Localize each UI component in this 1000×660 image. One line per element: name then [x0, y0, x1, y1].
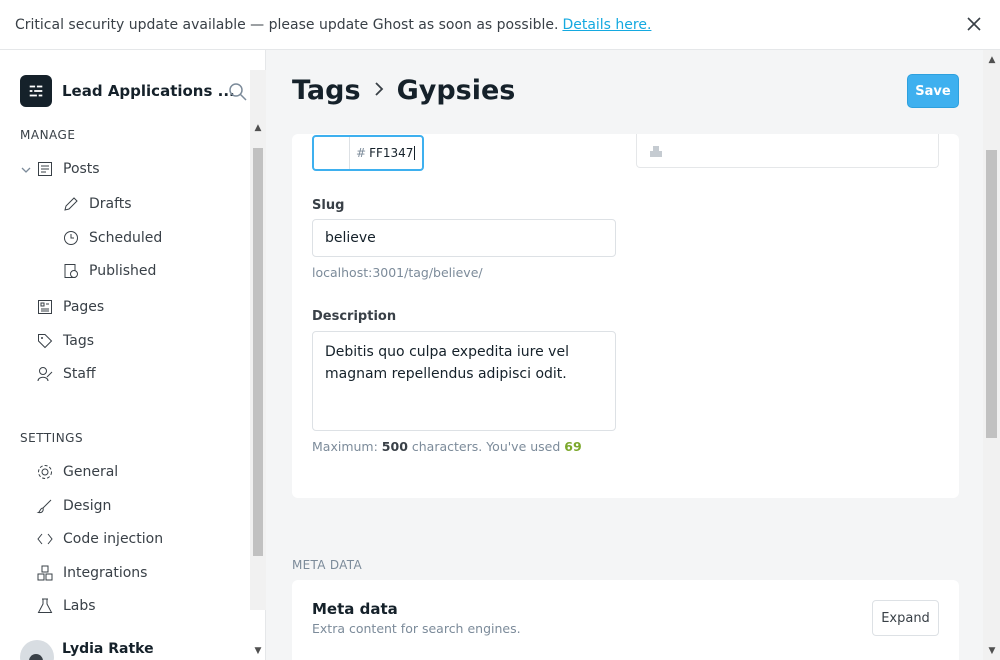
max-label: Maximum: — [312, 439, 378, 454]
sidebar-item-label: Posts — [63, 161, 100, 177]
manage-section-title: MANAGE — [20, 128, 76, 142]
meta-data-card: Meta data Extra content for search engin… — [292, 580, 959, 660]
color-field[interactable]: # FF1347 — [312, 135, 424, 171]
tag-icon — [36, 332, 54, 350]
sidebar-item-drafts[interactable]: Drafts — [62, 193, 132, 215]
meta-card-subtitle: Extra content for search engines. — [312, 621, 521, 636]
upload-icon — [649, 143, 663, 157]
sidebar-item-label: Labs — [63, 598, 96, 614]
sidebar-item-published[interactable]: Published — [62, 260, 156, 282]
sidebar-item-label: Drafts — [89, 196, 132, 212]
sidebar-item-posts[interactable]: Posts — [36, 158, 100, 180]
sidebar-item-general[interactable]: General — [36, 461, 118, 483]
posts-icon — [36, 160, 54, 178]
meta-card-title: Meta data — [312, 600, 398, 618]
code-icon — [36, 530, 54, 548]
sidebar-item-label: Design — [63, 498, 112, 514]
color-swatch[interactable] — [314, 137, 350, 169]
user-name: Lydia Ratke — [62, 641, 154, 657]
sidebar-item-labs[interactable]: Labs — [36, 595, 96, 617]
max-mid: characters. You've used — [411, 439, 561, 454]
gear-icon — [36, 463, 54, 481]
search-icon[interactable] — [228, 82, 248, 102]
sidebar-item-label: Scheduled — [89, 230, 163, 246]
description-char-count: Maximum: 500 characters. You've used 69 — [312, 439, 582, 454]
main-content: Tags Gypsies Save # FF1347 Slug believe … — [266, 50, 1000, 660]
max-value: 500 — [381, 439, 408, 454]
site-header[interactable]: Lead Applications ... — [20, 75, 250, 107]
meta-section-title: META DATA — [292, 558, 362, 572]
staff-icon — [36, 365, 54, 383]
sidebar-item-staff[interactable]: Staff — [36, 363, 96, 385]
banner-details-link[interactable]: Details here. — [562, 17, 651, 33]
slug-label: Slug — [312, 198, 345, 213]
sidebar-item-design[interactable]: Design — [36, 495, 111, 517]
slug-url: localhost:3001/tag/believe/ — [312, 265, 483, 280]
sidebar-item-tags[interactable]: Tags — [36, 330, 94, 352]
sidebar-item-integrations[interactable]: Integrations — [36, 562, 147, 584]
main-scroll-down-arrow-icon[interactable]: ▼ — [984, 643, 1000, 659]
integrations-icon — [36, 564, 54, 582]
sidebar-item-label: Published — [89, 263, 157, 279]
slug-input[interactable]: believe — [312, 219, 616, 257]
avatar — [20, 640, 54, 660]
description-textarea[interactable]: Debitis quo culpa expedita iure vel magn… — [312, 331, 616, 431]
breadcrumb-tags-link[interactable]: Tags — [292, 75, 361, 106]
banner-message: Critical security update available — ple… — [15, 16, 559, 33]
save-button[interactable]: Save — [907, 74, 959, 108]
sidebar-item-label: Staff — [63, 366, 96, 382]
scroll-up-arrow-icon[interactable]: ▲ — [250, 120, 266, 136]
sidebar-item-label: Integrations — [63, 565, 148, 581]
sidebar-item-label: General — [63, 464, 119, 480]
color-hash: # — [356, 146, 367, 160]
user-menu[interactable]: Lydia Ratke — [20, 640, 154, 660]
image-upload[interactable] — [636, 134, 939, 168]
description-label: Description — [312, 309, 397, 324]
page-title: Gypsies — [396, 75, 516, 106]
main-scroll-up-arrow-icon[interactable]: ▲ — [984, 52, 1000, 68]
sidebar-item-label: Pages — [63, 299, 105, 315]
pencil-icon — [62, 195, 80, 213]
settings-section-title: SETTINGS — [20, 431, 84, 445]
brush-icon — [36, 497, 54, 515]
main-scrollbar-thumb[interactable] — [986, 150, 997, 438]
color-input[interactable]: FF1347 — [369, 146, 416, 160]
chevron-down-icon[interactable] — [19, 162, 33, 176]
site-title: Lead Applications ... — [62, 82, 235, 100]
sidebar-scrollbar[interactable] — [250, 70, 266, 610]
pages-icon — [36, 298, 54, 316]
site-logo-icon — [20, 75, 52, 107]
used-count: 69 — [564, 439, 582, 454]
sidebar-item-code-injection[interactable]: Code injection — [36, 528, 163, 550]
sidebar-item-pages[interactable]: Pages — [36, 296, 104, 318]
tag-settings-card: # FF1347 Slug believe localhost:3001/tag… — [292, 134, 959, 498]
scroll-down-arrow-icon[interactable]: ▼ — [250, 643, 266, 659]
sidebar-item-label: Tags — [63, 333, 94, 349]
sidebar-item-label: Code injection — [63, 531, 164, 547]
flask-icon — [36, 597, 54, 615]
chevron-right-icon — [373, 78, 385, 103]
expand-button[interactable]: Expand — [872, 600, 939, 636]
sidebar: Lead Applications ... MANAGE Posts Draft… — [0, 50, 266, 660]
sidebar-item-scheduled[interactable]: Scheduled — [62, 227, 162, 249]
security-banner: Critical security update available — ple… — [0, 0, 1000, 50]
sidebar-scrollbar-thumb[interactable] — [253, 148, 263, 556]
close-icon[interactable] — [964, 14, 984, 34]
breadcrumb: Tags Gypsies — [292, 75, 515, 106]
clock-icon — [62, 229, 80, 247]
main-scrollbar[interactable] — [983, 50, 1000, 660]
published-icon — [62, 262, 80, 280]
